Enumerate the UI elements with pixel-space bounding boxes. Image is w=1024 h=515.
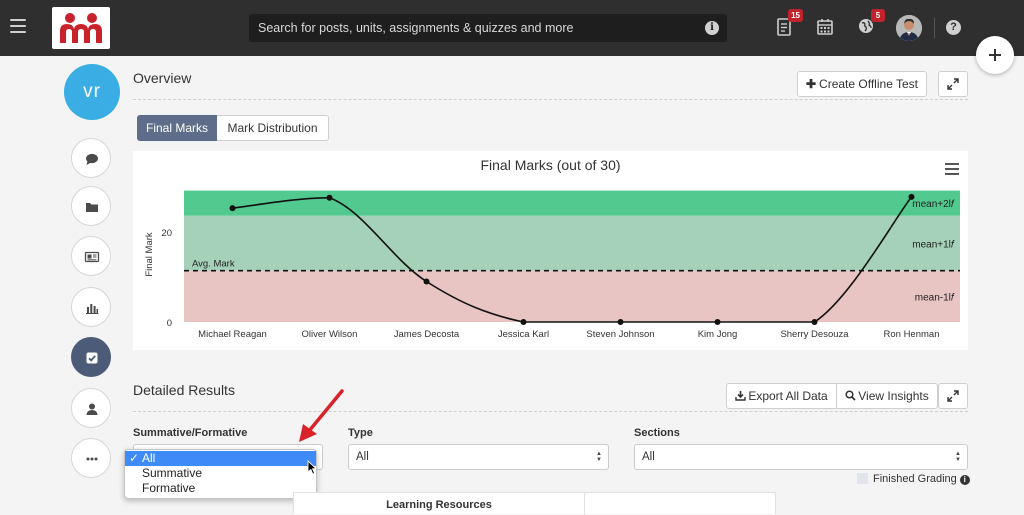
finished-grading-swatch xyxy=(857,473,868,484)
band-label: mean+2l𝑓 xyxy=(912,199,955,210)
zoom-icon xyxy=(845,390,856,401)
finished-grading-legend: Finished Grading i xyxy=(857,473,970,485)
tab-final-marks[interactable]: Final Marks xyxy=(137,115,217,141)
x-tick-label: James Decosta xyxy=(394,329,460,340)
data-point xyxy=(617,319,624,325)
band-label: mean-1l𝑓 xyxy=(915,292,955,303)
create-offline-test-button[interactable]: ✚ Create Offline Test xyxy=(797,71,927,97)
info-icon[interactable]: i xyxy=(959,475,970,485)
chart-plot: mean+2l𝑓 mean+1l𝑓 mean-1l𝑓 Avg. Mark 0 20 Fina… xyxy=(144,190,960,340)
sidebar-item-files[interactable] xyxy=(71,186,111,226)
summative-formative-dropdown: ✓ All Summative Formative xyxy=(124,449,317,499)
notifications-icon[interactable]: 15 xyxy=(776,9,803,36)
help-icon[interactable]: ? xyxy=(946,20,961,35)
add-fab-button[interactable] xyxy=(976,36,1014,74)
x-tick-label: Ron Henman xyxy=(884,329,940,340)
sidebar-item-news[interactable] xyxy=(71,236,111,276)
notifications-badge: 15 xyxy=(788,9,803,22)
band-label: mean+1l𝑓 xyxy=(912,239,955,250)
final-marks-chart: Final Marks (out of 30) mean+2l𝑓 mean+1l𝑓… xyxy=(133,151,968,350)
newspaper-icon xyxy=(84,251,100,263)
checkbox-icon xyxy=(86,352,98,364)
topbar-divider xyxy=(934,18,935,38)
data-point xyxy=(229,205,236,212)
view-insights-button[interactable]: View Insights xyxy=(836,383,938,409)
mouse-cursor-icon xyxy=(307,460,317,475)
alerts-badge: 5 xyxy=(871,9,885,22)
user-icon xyxy=(86,403,98,415)
info-icon[interactable]: i xyxy=(705,21,719,35)
app-logo[interactable] xyxy=(52,7,110,49)
expand-results-button[interactable] xyxy=(938,383,968,409)
sidebar-item-assessments[interactable] xyxy=(71,337,111,377)
y-tick-label: 0 xyxy=(167,318,172,329)
select-arrows-icon: ▲▼ xyxy=(596,451,602,463)
band-1 xyxy=(184,215,960,271)
data-point xyxy=(423,278,430,285)
dropdown-option-formative[interactable]: Formative xyxy=(125,481,316,496)
expand-overview-button[interactable] xyxy=(938,71,968,97)
sections-select[interactable]: All ▲ ▼ xyxy=(634,444,968,470)
band-2 xyxy=(184,270,960,322)
sidebar-item-analytics[interactable] xyxy=(71,287,111,327)
dropdown-option-all[interactable]: ✓ All xyxy=(125,451,316,466)
dropdown-option-summative[interactable]: Summative xyxy=(125,466,316,481)
bar-chart-icon xyxy=(86,304,99,314)
user-initials-avatar[interactable]: vr xyxy=(64,64,120,120)
x-tick-label: Jessica Karl xyxy=(498,329,549,340)
annotation-arrow-icon xyxy=(299,389,344,442)
globe-alerts-icon[interactable]: 5 xyxy=(858,9,885,36)
user-avatar[interactable] xyxy=(896,15,922,41)
search-bar: i xyxy=(249,14,727,42)
sidebar-item-chat[interactable] xyxy=(71,138,111,178)
data-point xyxy=(520,319,527,325)
folder-icon xyxy=(86,203,98,212)
type-label: Type xyxy=(348,427,373,439)
search-input[interactable] xyxy=(249,14,689,42)
detailed-results-title: Detailed Results xyxy=(133,382,235,398)
sections-label: Sections xyxy=(634,427,680,439)
table-column-divider xyxy=(584,493,585,515)
export-all-data-button[interactable]: Export All Data xyxy=(726,383,837,409)
expand-icon xyxy=(947,390,959,402)
data-point xyxy=(811,319,818,325)
more-icon xyxy=(86,457,98,461)
band-0 xyxy=(184,190,960,216)
checkmark-icon: ✓ xyxy=(129,451,140,465)
avg-mark-label: Avg. Mark xyxy=(192,259,235,270)
overview-divider xyxy=(133,99,968,100)
download-icon xyxy=(735,391,747,401)
x-tick-label: Kim Jong xyxy=(698,329,738,340)
x-tick-label: Sherry Desouza xyxy=(780,329,849,340)
tab-mark-distribution[interactable]: Mark Distribution xyxy=(217,115,329,141)
sidebar-item-more[interactable] xyxy=(71,438,111,478)
x-tick-label: Steven Johnson xyxy=(586,329,654,340)
plus-icon: ✚ xyxy=(805,77,817,91)
type-select[interactable]: All ▲ ▼ xyxy=(348,444,609,470)
x-tick-label: Oliver Wilson xyxy=(302,329,358,340)
y-axis-label: Final Mark xyxy=(144,232,155,277)
expand-icon xyxy=(947,78,959,90)
select-arrows-icon: ▲▼ xyxy=(955,451,961,463)
data-point xyxy=(714,319,721,325)
calendar-icon[interactable] xyxy=(817,18,835,36)
x-tick-label: Michael Reagan xyxy=(198,329,267,340)
overview-title: Overview xyxy=(133,70,192,86)
results-divider xyxy=(133,411,968,412)
data-point xyxy=(908,193,915,200)
summative-formative-label: Summative/Formative xyxy=(133,427,248,439)
data-point xyxy=(326,194,333,201)
hamburger-menu-icon[interactable] xyxy=(10,19,26,35)
chat-icon xyxy=(86,153,98,165)
top-bar: i 15 5 ? xyxy=(0,0,1024,56)
y-tick-label: 20 xyxy=(161,228,172,239)
learning-resources-table: Learning Resources xyxy=(293,492,776,515)
learning-resources-header: Learning Resources xyxy=(386,499,492,511)
sidebar-item-users[interactable] xyxy=(71,388,111,428)
